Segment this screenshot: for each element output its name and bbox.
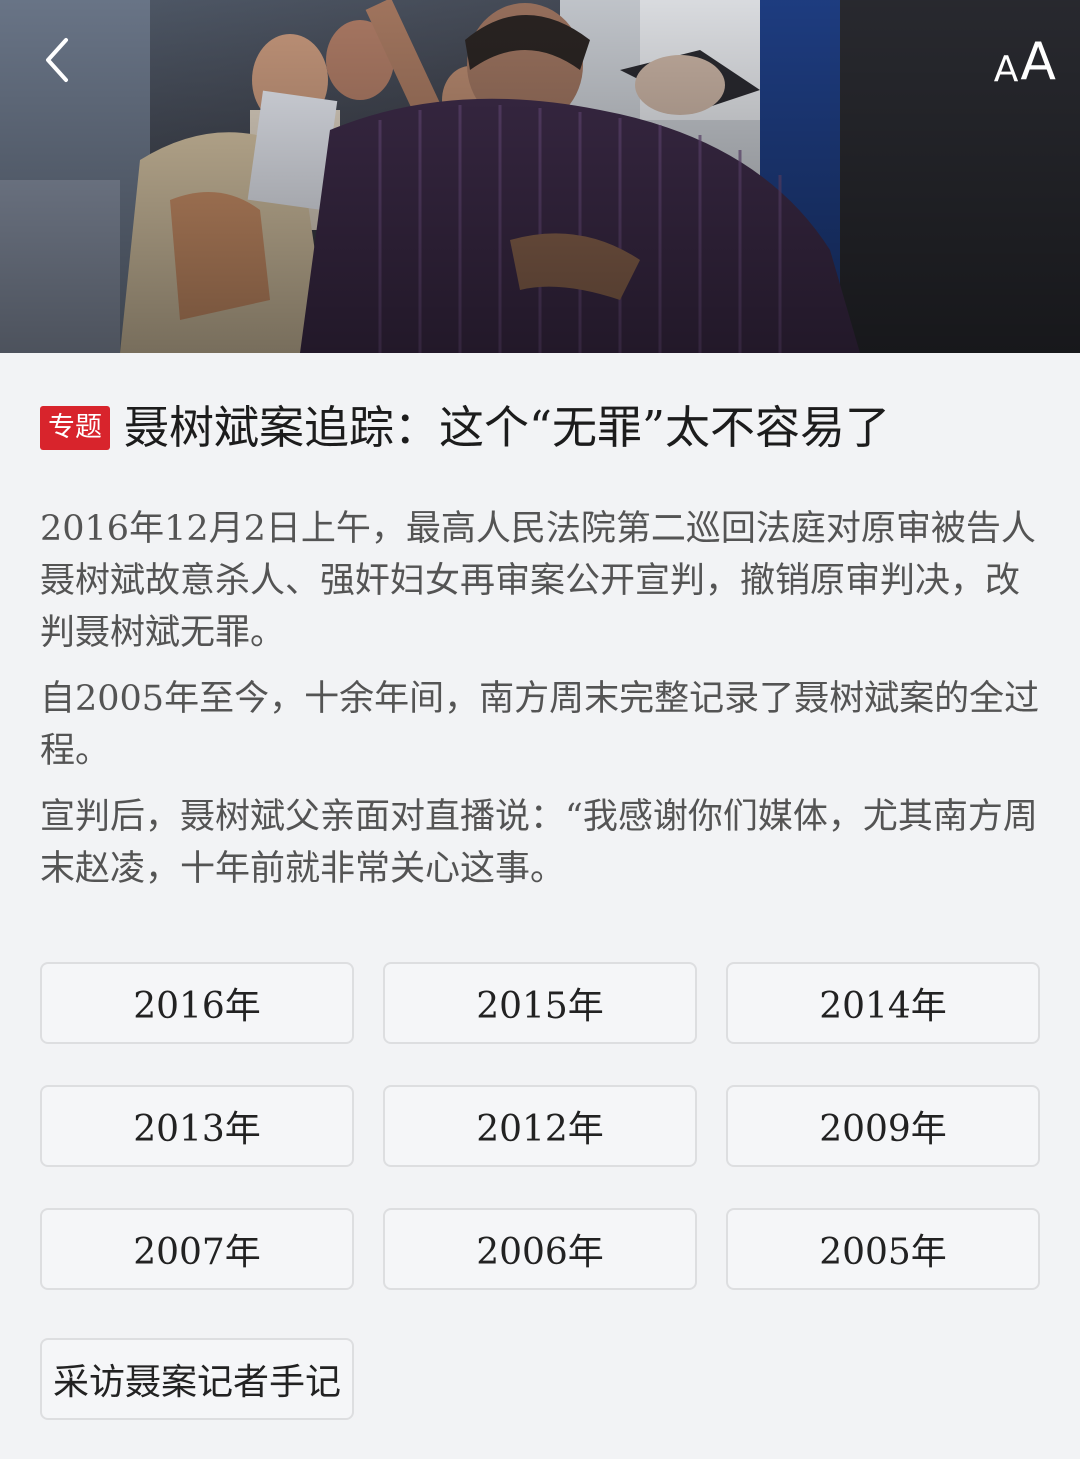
year-button-2006[interactable]: 2006年	[383, 1208, 697, 1290]
font-size-large-glyph: A	[1020, 32, 1056, 92]
article-paragraph: 2016年12月2日上午，最高人民法院第二巡回法庭对原审被告人聂树斌故意杀人、强…	[40, 509, 1036, 653]
year-button-2013[interactable]: 2013年	[40, 1085, 354, 1167]
year-button-2015[interactable]: 2015年	[383, 962, 697, 1044]
font-size-small-glyph: A	[993, 49, 1019, 90]
font-size-button[interactable]: A A	[994, 28, 1056, 88]
year-button-2005[interactable]: 2005年	[726, 1208, 1040, 1290]
year-button-2009[interactable]: 2009年	[726, 1085, 1040, 1167]
year-button-2014[interactable]: 2014年	[726, 962, 1040, 1044]
year-button-2007[interactable]: 2007年	[40, 1208, 354, 1290]
topic-tag: 专题	[40, 406, 110, 450]
header-photo: A A	[0, 0, 1080, 353]
article-title-row: 专题 聂树斌案追踪：这个“无罪”太不容易了	[40, 398, 1050, 458]
article-body: 2016年12月2日上午，最高人民法院第二巡回法庭对原审被告人聂树斌故意杀人、强…	[40, 503, 1040, 909]
news-photo	[0, 0, 1080, 353]
back-button[interactable]	[36, 32, 84, 88]
year-button-2016[interactable]: 2016年	[40, 962, 354, 1044]
article-paragraph: 宣判后，聂树斌父亲面对直播说：“我感谢你们媒体，尤其南方周末赵凌，十年前就非常关…	[40, 797, 1038, 889]
chevron-left-icon	[46, 38, 68, 82]
article-paragraph: 自2005年至今，十余年间，南方周末完整记录了聂树斌案的全过程。	[40, 679, 1040, 771]
reporter-notes-button[interactable]: 采访聂案记者手记	[40, 1338, 354, 1420]
year-button-2012[interactable]: 2012年	[383, 1085, 697, 1167]
year-button-grid: 2016年 2015年 2014年 2013年 2012年 2009年 2007…	[40, 962, 1040, 1290]
article-title: 聂树斌案追踪：这个“无罪”太不容易了	[124, 401, 891, 454]
